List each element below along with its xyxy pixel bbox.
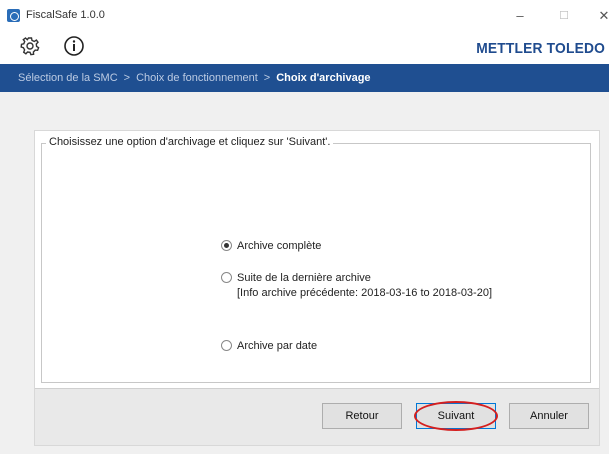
breadcrumb: Sélection de la SMC > Choix de fonctionnem… bbox=[0, 64, 609, 92]
breadcrumb-separator: > bbox=[263, 72, 271, 84]
breadcrumb-item-archivage: Choix d'archivage bbox=[276, 72, 371, 84]
maximize-button[interactable]: ☐ bbox=[552, 6, 576, 26]
previous-archive-info: [Info archive précédente: 2018-03-16 to … bbox=[237, 287, 493, 299]
option-label: Suite de la dernière archive bbox=[237, 272, 371, 284]
option-label: Archive complète bbox=[237, 240, 322, 252]
cancel-button[interactable]: Annuler bbox=[509, 403, 589, 429]
title-bar: FiscalSafe 1.0.0 – ☐ ✕ bbox=[0, 0, 609, 32]
content-area: Choisissez une option d'archivage et cli… bbox=[0, 92, 609, 454]
close-button[interactable]: ✕ bbox=[592, 6, 609, 26]
radio-icon[interactable] bbox=[221, 272, 232, 283]
gear-icon[interactable] bbox=[17, 34, 43, 58]
toolbar: METTLER TOLEDO bbox=[0, 32, 609, 62]
options-area: Choisissez une option d'archivage et cli… bbox=[35, 131, 599, 389]
back-button[interactable]: Retour bbox=[322, 403, 402, 429]
radio-selected-icon[interactable] bbox=[221, 240, 232, 251]
next-button[interactable]: Suivant bbox=[416, 403, 496, 429]
info-icon[interactable] bbox=[61, 34, 87, 58]
window-title: FiscalSafe 1.0.0 bbox=[26, 9, 105, 21]
wizard-panel: Choisissez une option d'archivage et cli… bbox=[34, 130, 600, 446]
app-icon bbox=[7, 9, 20, 22]
radio-icon[interactable] bbox=[221, 340, 232, 351]
breadcrumb-item-fonctionnement: Choix de fonctionnement bbox=[136, 72, 258, 84]
option-archive-par-date[interactable]: Archive par date bbox=[221, 340, 317, 352]
breadcrumb-separator: > bbox=[123, 72, 131, 84]
minimize-button[interactable]: – bbox=[508, 6, 532, 26]
option-archive-complete[interactable]: Archive complète bbox=[221, 240, 321, 252]
option-suite-derniere-archive[interactable]: Suite de la dernière archive bbox=[221, 272, 371, 284]
breadcrumb-item-smc: Sélection de la SMC bbox=[18, 72, 118, 84]
group-legend: Choisissez une option d'archivage et cli… bbox=[46, 136, 334, 148]
brand-logo: METTLER TOLEDO bbox=[476, 40, 605, 57]
option-label: Archive par date bbox=[237, 340, 318, 352]
